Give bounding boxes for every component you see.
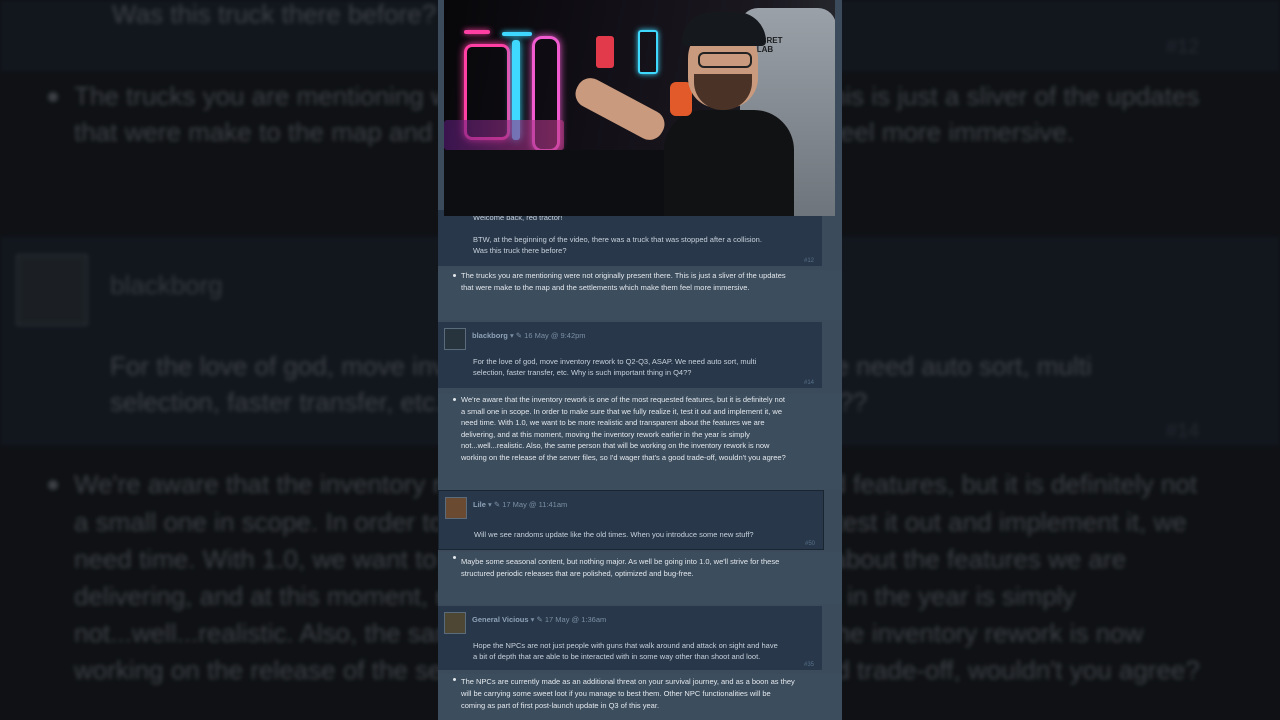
answer-text: structured periodic releases that are po…	[461, 569, 694, 578]
developer-answer: The NPCs are currently made as an additi…	[438, 674, 842, 720]
wall-poster	[596, 36, 614, 68]
answer-text: will be carrying some sweet loot if you …	[461, 689, 771, 698]
reply-timestamp: 17 May @ 1:36am	[544, 615, 607, 624]
answer-text: not...well...realistic. Also, the same p…	[461, 441, 770, 450]
reply-meta-separator: ▾ ✎	[509, 331, 525, 340]
reply-author[interactable]: Lile	[473, 500, 486, 509]
reply-card: blackborg ▾ ✎ 16 May @ 9:42pm For the lo…	[438, 322, 822, 388]
desk	[444, 150, 684, 216]
neon-light	[502, 32, 532, 36]
reply-card: Lile ▾ ✎ 17 May @ 11:41am Will we see ra…	[438, 490, 824, 550]
streamer-body	[664, 110, 794, 216]
developer-answer: We're aware that the inventory rework is…	[438, 394, 842, 490]
reply-timestamp: 16 May @ 9:42pm	[524, 331, 586, 340]
answer-text: delivering, and at this moment, moving t…	[461, 429, 750, 439]
answer-text: The trucks you are mentioning were not o…	[461, 271, 786, 280]
reply-text: Was this truck there before?	[473, 246, 567, 255]
reply-text: For the love of god, move inventory rewo…	[473, 357, 757, 366]
answer-text: need time. With 1.0, we want to be more …	[461, 418, 765, 427]
answer-text: working on the release of the server fil…	[461, 452, 786, 462]
reply-card: Welcome back, red tractor! BTW, at the b…	[438, 210, 822, 266]
reply-text: BTW, at the beginning of the video, ther…	[473, 235, 762, 244]
reply-header: Lile ▾ ✎ 17 May @ 11:41am	[473, 499, 567, 510]
developer-answer: The trucks you are mentioning were not o…	[438, 270, 842, 320]
comment-number: #12	[803, 258, 814, 264]
reply-meta-separator: ▾ ✎	[530, 615, 545, 624]
answer-bullet	[453, 678, 456, 681]
reply-header: blackborg ▾ ✎ 16 May @ 9:42pm	[472, 330, 586, 341]
developer-answer: Maybe some seasonal content, but nothing…	[438, 552, 842, 604]
neon-light	[464, 30, 490, 34]
reply-text: Will we see randoms update like the old …	[474, 530, 754, 539]
answer-text: The NPCs are currently made as an additi…	[461, 677, 795, 686]
streamer-cap	[682, 12, 766, 46]
reply-header: General Vicious ▾ ✎ 17 May @ 1:36am	[472, 614, 606, 625]
answer-text: coming as part of first post-launch upda…	[461, 701, 660, 710]
wall-poster	[638, 30, 658, 74]
user-avatar[interactable]	[444, 328, 466, 350]
webcam-overlay: SECRET LAB	[444, 0, 835, 216]
reply-text: Hope the NPCs are not just people with g…	[473, 641, 778, 650]
reply-text: selection, faster transfer, etc. Why is …	[473, 368, 692, 377]
rgb-glow	[444, 120, 564, 150]
reply-meta-separator: ▾ ✎	[488, 500, 503, 509]
reply-timestamp: 17 May @ 11:41am	[502, 500, 568, 509]
reply-card: General Vicious ▾ ✎ 17 May @ 1:36am Hope…	[438, 606, 822, 670]
answer-text: We're aware that the inventory rework is…	[461, 395, 785, 404]
comment-number: #14	[803, 380, 814, 386]
answer-text: a small one in scope. In order to make s…	[461, 406, 782, 416]
reply-text: a bit of depth that are able to be inter…	[473, 652, 761, 661]
answer-bullet	[453, 274, 456, 277]
user-avatar[interactable]	[444, 612, 466, 634]
answer-bullet	[453, 556, 456, 559]
comment-number: #35	[803, 662, 814, 668]
streamer-glasses	[698, 52, 752, 68]
answer-text: that were make to the map and the settle…	[461, 283, 750, 292]
user-avatar[interactable]	[445, 497, 467, 519]
reply-author[interactable]: blackborg	[472, 331, 508, 340]
reply-author[interactable]: General Vicious	[472, 615, 529, 624]
answer-text: Maybe some seasonal content, but nothing…	[461, 557, 780, 566]
comment-number: #50	[804, 541, 815, 547]
answer-bullet	[453, 398, 456, 401]
streamer-arm	[570, 73, 670, 145]
video-column: SECRET LAB Welcome back, red tractor! BT…	[438, 0, 842, 720]
